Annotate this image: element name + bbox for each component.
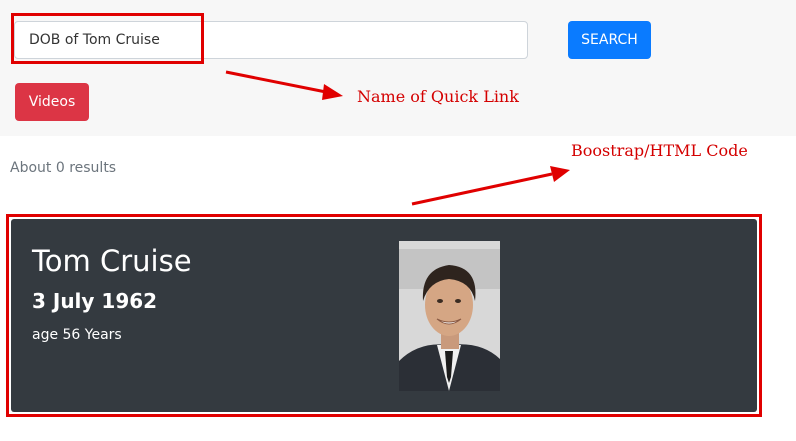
arrow-to-quick-link-label (225, 70, 327, 94)
results-count: About 0 results (10, 160, 117, 176)
card-title: Tom Cruise (32, 244, 192, 278)
arrowhead-quick-link (322, 84, 343, 100)
annotation-quick-link-label: Name of Quick Link (357, 87, 519, 106)
arrow-to-code-label (411, 172, 553, 206)
annotation-code-label: Boostrap/HTML Code (571, 141, 748, 160)
card-age: age 56 Years (32, 327, 122, 343)
arrowhead-code (550, 166, 570, 182)
card-dob: 3 July 1962 (32, 289, 158, 313)
portrait-photo-icon (399, 241, 500, 391)
